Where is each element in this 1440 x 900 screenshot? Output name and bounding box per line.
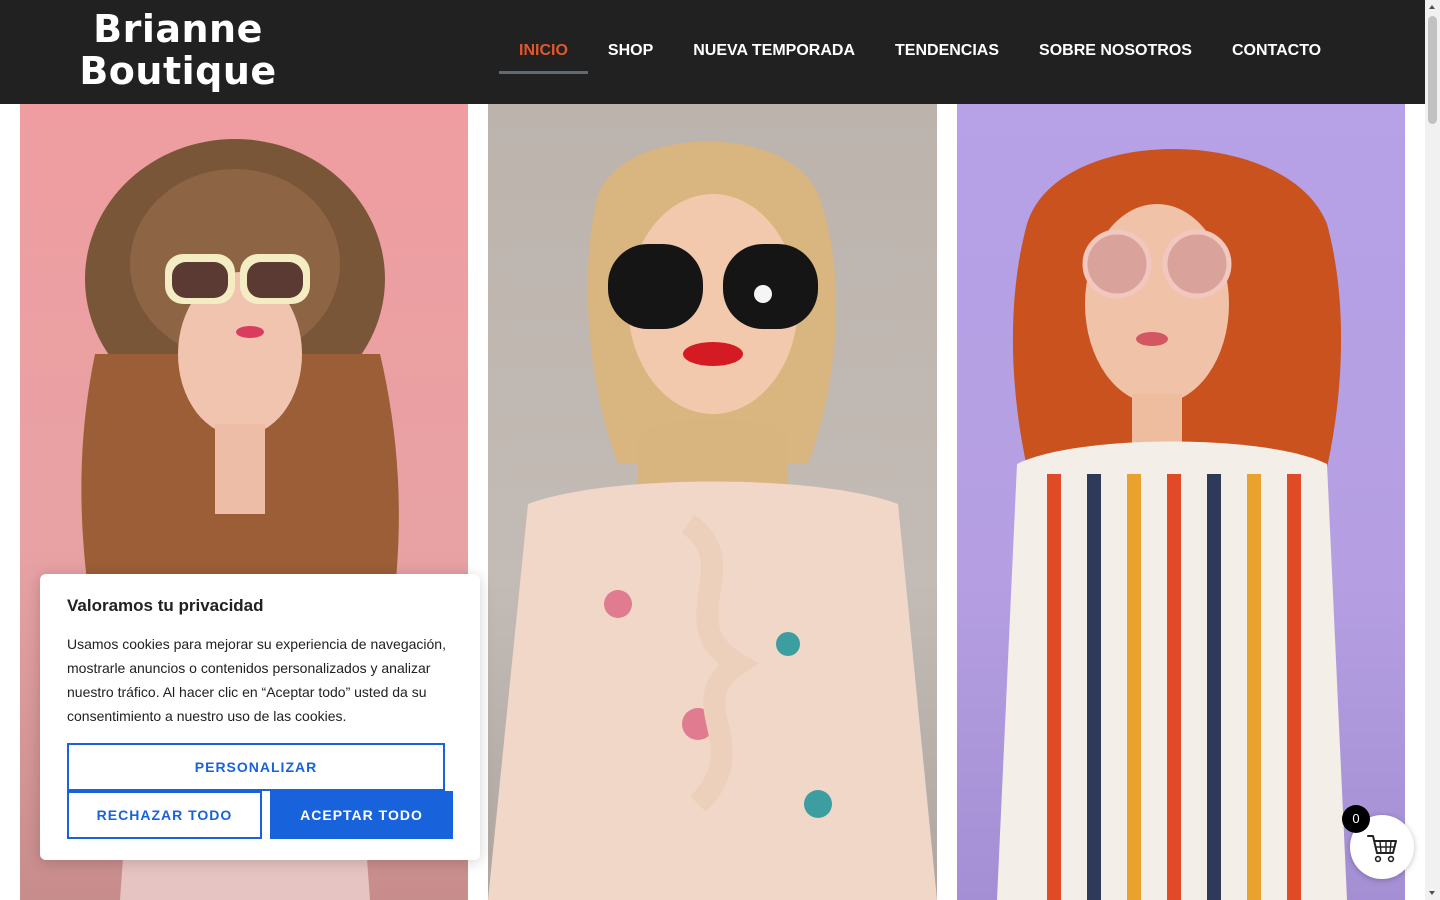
nav-item-contacto[interactable]: CONTACTO [1212, 28, 1341, 74]
cart-icon [1367, 835, 1397, 863]
logo-line-2: Boutique [79, 49, 277, 93]
woman-red-curly-hair-sunglasses-photo [997, 149, 1347, 900]
page-scrollbar[interactable] [1425, 0, 1440, 900]
scroll-down-arrow-icon[interactable] [1425, 886, 1440, 900]
nav-item-sobre-nosotros[interactable]: SOBRE NOSOTROS [1019, 28, 1212, 74]
cart-count-badge: 0 [1342, 805, 1370, 833]
cookie-description: Usamos cookies para mejorar su experienc… [67, 636, 446, 724]
accept-all-button[interactable]: ACEPTAR TODO [270, 791, 453, 839]
main-nav: INICIO SHOP NUEVA TEMPORADA TENDENCIAS S… [499, 28, 1341, 74]
logo-line-1: Brianne [93, 7, 263, 51]
woman-blonde-sunglasses-photo [488, 141, 937, 900]
cookie-title: Valoramos tu privacidad [67, 596, 264, 615]
cookie-consent-dialog: Valoramos tu privacidad Usamos cookies p… [40, 574, 480, 860]
gallery-photo-3[interactable] [957, 104, 1405, 900]
nav-item-shop[interactable]: SHOP [588, 28, 673, 74]
reject-all-button[interactable]: RECHAZAR TODO [67, 791, 262, 839]
nav-item-inicio[interactable]: INICIO [499, 28, 588, 74]
nav-item-nueva-temporada[interactable]: NUEVA TEMPORADA [673, 28, 875, 74]
site-header: Brianne Boutique INICIO SHOP NUEVA TEMPO… [0, 0, 1425, 104]
customize-button[interactable]: PERSONALIZAR [67, 743, 445, 791]
scroll-up-arrow-icon[interactable] [1425, 0, 1440, 14]
page: Brianne Boutique INICIO SHOP NUEVA TEMPO… [0, 0, 1440, 900]
site-logo[interactable]: Brianne Boutique [78, 8, 278, 92]
gallery-photo-2[interactable] [488, 104, 937, 900]
scroll-thumb[interactable] [1428, 16, 1437, 124]
nav-item-tendencias[interactable]: TENDENCIAS [875, 28, 1019, 74]
